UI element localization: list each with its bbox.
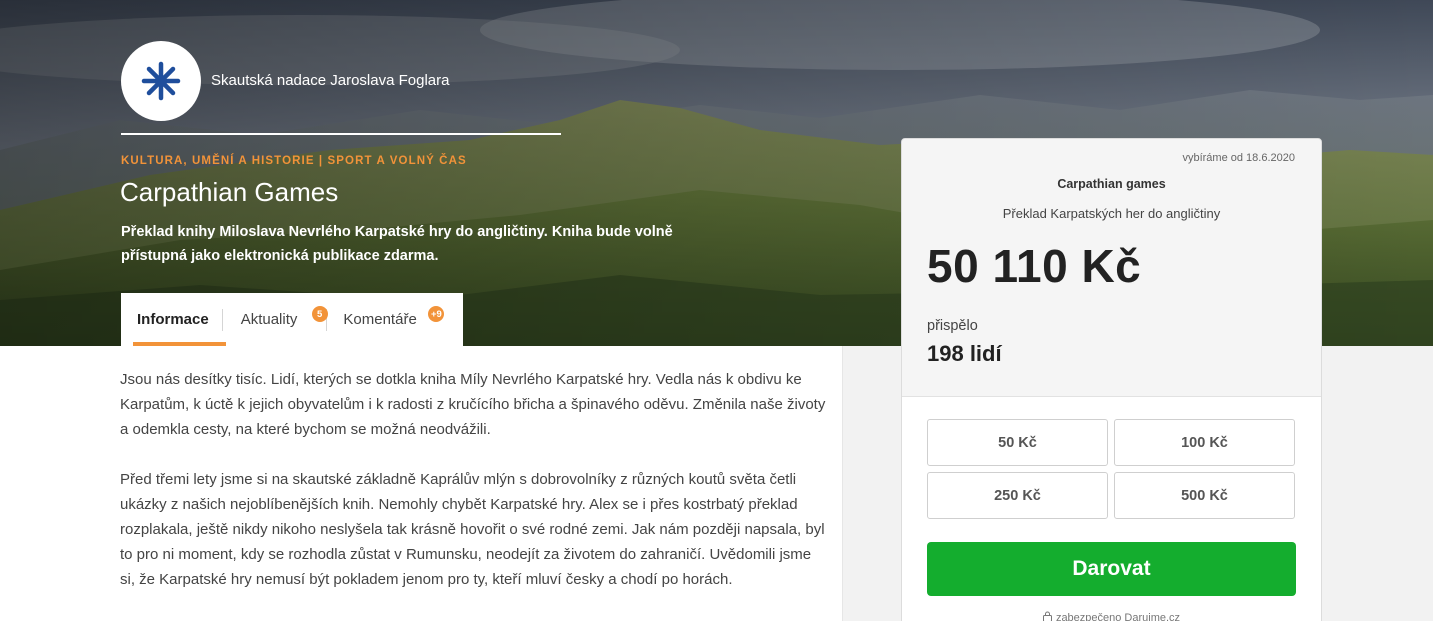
project-title: Carpathian Games: [120, 177, 339, 207]
project-description: Jsou nás desítky tisíc. Lidí, kterých se…: [120, 367, 830, 617]
project-tabs: Informace Aktuality 5 Komentáře +9: [121, 293, 463, 346]
contributors-label: přispělo: [927, 318, 978, 334]
tab-label: Informace: [137, 311, 209, 328]
tab-komentare[interactable]: Komentáře +9: [327, 293, 445, 346]
project-subtitle: Překlad knihy Miloslava Nevrlého Karpats…: [121, 224, 673, 264]
project-categories[interactable]: KULTURA, UMĚNÍ A HISTORIE | SPORT A VOLN…: [121, 155, 467, 167]
scout-lily-logo-icon: [141, 61, 181, 101]
tab-aktuality[interactable]: Aktuality 5: [223, 293, 328, 346]
amount-option-500[interactable]: 500 Kč: [1114, 472, 1295, 519]
lock-icon: [1042, 611, 1052, 621]
hero-divider: [121, 133, 561, 135]
amount-option-50[interactable]: 50 Kč: [927, 419, 1108, 466]
secured-by-note: zabezpečeno Darujme.cz: [902, 611, 1321, 621]
tab-label: Aktuality: [240, 311, 298, 328]
collected-amount: 50 110 Kč: [927, 240, 1142, 292]
donation-card-title: Carpathian games: [1057, 177, 1166, 191]
tab-badge: 5: [311, 306, 328, 322]
secured-text: zabezpečeno Darujme.cz: [1055, 612, 1181, 621]
organization-logo[interactable]: [121, 41, 201, 121]
description-paragraph: Před třemi lety jsme si na skautské zákl…: [120, 471, 825, 588]
donation-card-subtitle: Překlad Karpatských her do angličtiny: [1002, 206, 1221, 221]
tab-label: Komentáře: [343, 311, 417, 328]
description-paragraph: Jsou nás desítky tisíc. Lidí, kterých se…: [120, 371, 826, 438]
donate-button[interactable]: Darovat: [927, 542, 1296, 596]
collection-start-date: vybíráme od 18.6.2020: [1182, 152, 1295, 164]
tab-badge: +9: [428, 306, 445, 322]
donation-summary: vybíráme od 18.6.2020 Carpathian games P…: [902, 139, 1321, 397]
contributors-count: 198 lidí: [927, 341, 1002, 366]
donation-card: vybíráme od 18.6.2020 Carpathian games P…: [901, 138, 1322, 621]
amount-option-100[interactable]: 100 Kč: [1114, 419, 1295, 466]
tab-informace[interactable]: Informace: [121, 293, 226, 346]
amount-option-250[interactable]: 250 Kč: [927, 472, 1108, 519]
organization-name[interactable]: Skautská nadace Jaroslava Foglara: [211, 72, 449, 89]
